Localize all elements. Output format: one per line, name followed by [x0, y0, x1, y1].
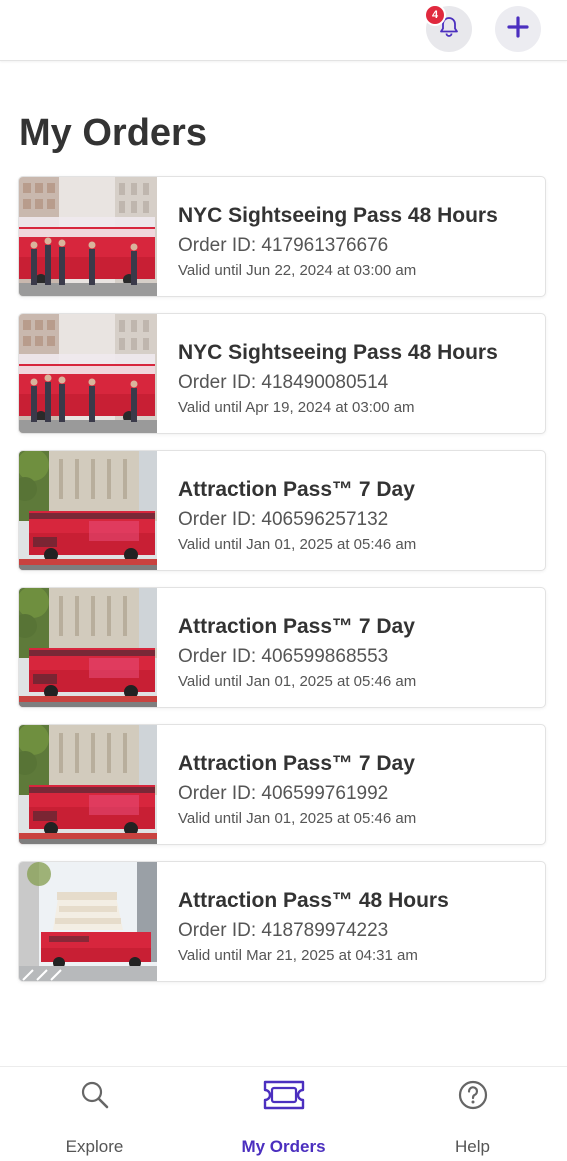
order-id: Order ID: 418490080514 — [178, 372, 389, 393]
ticket-icon — [261, 1079, 307, 1116]
order-title: Attraction Pass™ 7 Day — [178, 752, 415, 775]
nav-explore[interactable]: Explore — [0, 1067, 189, 1161]
bottom-navigation: Explore My Orders Help — [0, 1066, 567, 1161]
search-icon — [79, 1079, 111, 1116]
orders-list: NYC Sightseeing Pass 48 Hours Order ID: … — [18, 176, 546, 998]
order-thumbnail — [19, 314, 157, 434]
order-valid-until: Valid until Mar 21, 2025 at 04:31 am — [178, 947, 418, 964]
order-id: Order ID: 418789974223 — [178, 920, 389, 941]
order-card[interactable]: Attraction Pass™ 7 Day Order ID: 4065962… — [18, 450, 546, 571]
order-valid-until: Valid until Jan 01, 2025 at 05:46 am — [178, 673, 417, 690]
order-thumbnail — [19, 177, 157, 297]
order-id: Order ID: 406599761992 — [178, 783, 389, 804]
order-thumbnail — [19, 862, 157, 982]
order-title: Attraction Pass™ 48 Hours — [178, 889, 449, 912]
page-title: My Orders — [19, 112, 207, 154]
order-title: Attraction Pass™ 7 Day — [178, 615, 415, 638]
add-button[interactable] — [495, 6, 541, 52]
help-icon — [457, 1079, 489, 1116]
nav-my-orders[interactable]: My Orders — [189, 1067, 378, 1161]
order-thumbnail — [19, 588, 157, 708]
order-id: Order ID: 417961376676 — [178, 235, 389, 256]
order-title: NYC Sightseeing Pass 48 Hours — [178, 204, 498, 227]
order-card[interactable]: Attraction Pass™ 48 Hours Order ID: 4187… — [18, 861, 546, 982]
order-card[interactable]: NYC Sightseeing Pass 48 Hours Order ID: … — [18, 176, 546, 297]
order-title: NYC Sightseeing Pass 48 Hours — [178, 341, 498, 364]
order-id: Order ID: 406596257132 — [178, 509, 389, 530]
order-title: Attraction Pass™ 7 Day — [178, 478, 415, 501]
plus-icon — [507, 15, 529, 43]
order-card[interactable]: Attraction Pass™ 7 Day Order ID: 4065998… — [18, 587, 546, 708]
order-valid-until: Valid until Jan 01, 2025 at 05:46 am — [178, 810, 417, 827]
order-valid-until: Valid until Jun 22, 2024 at 03:00 am — [178, 262, 417, 279]
nav-my-orders-label: My Orders — [241, 1137, 326, 1156]
order-card[interactable]: NYC Sightseeing Pass 48 Hours Order ID: … — [18, 313, 546, 434]
order-valid-until: Valid until Jan 01, 2025 at 05:46 am — [178, 536, 417, 553]
order-thumbnail — [19, 725, 157, 845]
order-id: Order ID: 406599868553 — [178, 646, 389, 667]
top-bar: 4 — [0, 0, 567, 61]
order-valid-until: Valid until Apr 19, 2024 at 03:00 am — [178, 399, 415, 416]
notifications-button[interactable]: 4 — [424, 4, 472, 52]
order-card[interactable]: Attraction Pass™ 7 Day Order ID: 4065997… — [18, 724, 546, 845]
nav-help-label: Help — [455, 1137, 490, 1156]
nav-help[interactable]: Help — [378, 1067, 567, 1161]
order-thumbnail — [19, 451, 157, 571]
nav-explore-label: Explore — [65, 1137, 124, 1156]
notification-count-badge: 4 — [424, 4, 446, 26]
